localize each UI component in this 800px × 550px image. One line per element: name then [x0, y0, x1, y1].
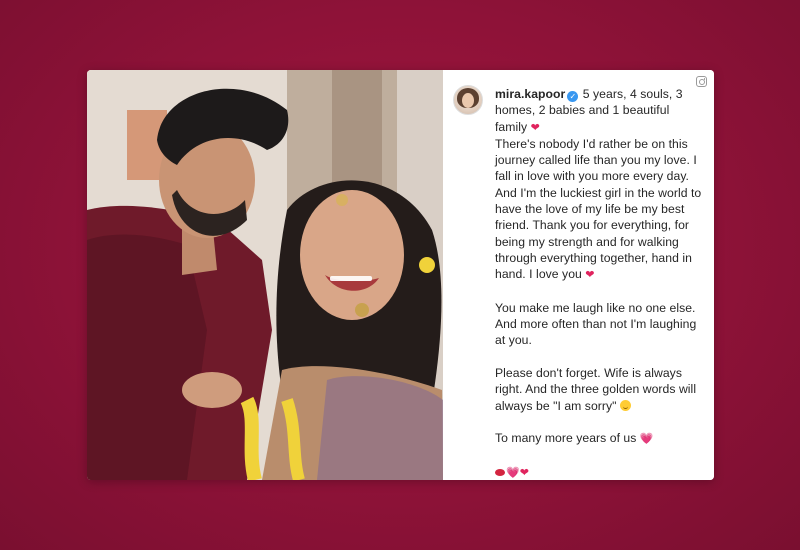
caption-paragraph-3-wrap: Please don't forget. Wife is always righ… [495, 365, 703, 414]
red-heart-icon: ❤ [585, 268, 595, 282]
pink-heart-icon: 💗 [506, 465, 520, 479]
caption-paragraph-4-wrap: To many more years of us 💗 [495, 430, 703, 447]
smiling-face-icon [619, 399, 631, 411]
caption-paragraph-4: To many more years of us [495, 431, 637, 446]
red-heart-icon: ❤ [519, 465, 530, 479]
post-caption: mira.kapoor ✓ 5 years, 4 souls, 3 homes, … [495, 86, 703, 480]
caption-paragraph-2: You make me laugh like no one else. And … [495, 300, 697, 348]
caption-paragraph-1: There's nobody I'd rather be on this jou… [495, 136, 702, 282]
red-heart-icon: ❤ [530, 120, 540, 134]
verified-badge-icon: ✓ [567, 91, 579, 102]
kiss-icon [495, 468, 505, 476]
caption-panel: mira.kapoor ✓ 5 years, 4 souls, 3 homes, … [443, 70, 714, 480]
username-link[interactable]: mira.kapoor [495, 87, 565, 101]
emoji-row: 💗❤ [495, 464, 703, 480]
couple-photo-illustration [87, 70, 443, 480]
profile-avatar[interactable] [453, 85, 483, 115]
instagram-post-card: mira.kapoor ✓ 5 years, 4 souls, 3 homes, … [87, 70, 714, 480]
caption-intro: mira.kapoor ✓ 5 years, 4 souls, 3 homes, … [495, 86, 703, 284]
avatar-face [462, 93, 474, 108]
pink-heart-icon: 💗 [639, 432, 654, 446]
caption-paragraph-3: Please don't forget. Wife is always righ… [495, 366, 697, 413]
post-photo[interactable] [87, 70, 443, 480]
